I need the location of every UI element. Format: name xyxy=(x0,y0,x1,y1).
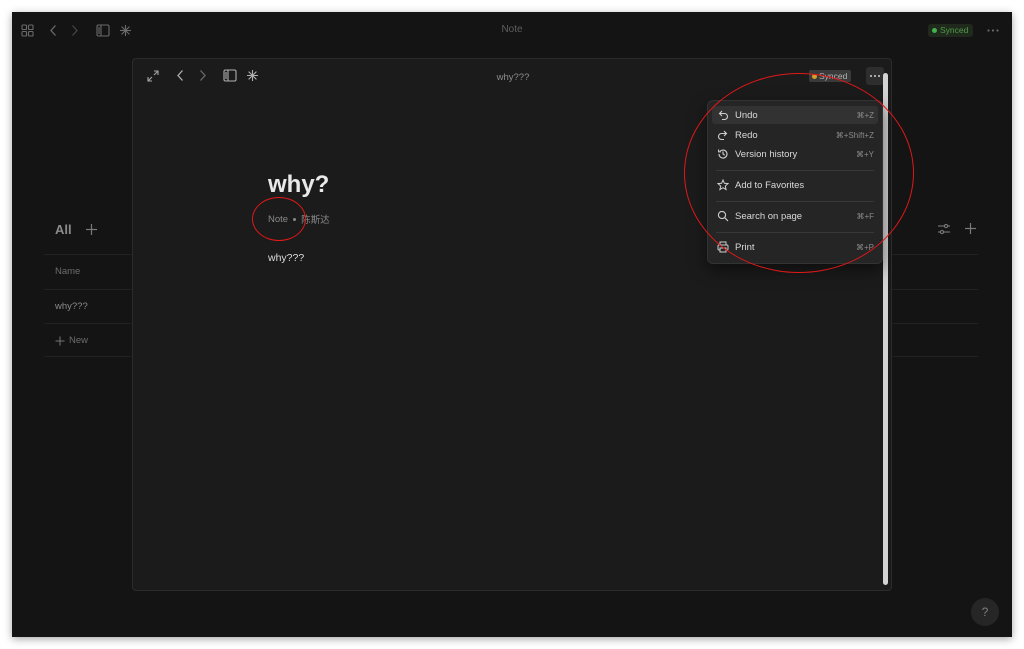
menu-item-label: Search on page xyxy=(735,210,803,222)
menu-item-shortcut: ⌘+P xyxy=(855,242,874,252)
menu-item-shortcut: ⌘+Z xyxy=(856,110,874,120)
sync-dot-icon xyxy=(932,28,937,33)
new-row-button[interactable]: New xyxy=(55,335,88,346)
menu-item-label: Undo xyxy=(735,109,758,121)
undo-icon xyxy=(716,108,730,122)
add-item-plus-icon[interactable] xyxy=(964,222,977,235)
menu-item-label: Add to Favorites xyxy=(735,179,805,191)
modal-title: why??? xyxy=(496,72,530,83)
document-author: 陈斯达 xyxy=(301,215,330,226)
history-icon xyxy=(716,147,730,161)
sync-dot-icon xyxy=(812,73,817,79)
document-meta: Note 陈斯达 xyxy=(268,212,330,227)
separator-dot xyxy=(293,217,297,221)
filter-settings-icon[interactable] xyxy=(937,222,951,236)
app-window: Note Synced All Name why??? New ? why???… xyxy=(12,12,1012,637)
menu-divider xyxy=(716,232,874,233)
modal-sync-badge: Synced xyxy=(809,70,852,82)
menu-divider xyxy=(716,201,874,202)
background-sync-label: Synced xyxy=(940,25,969,35)
scrollbar[interactable] xyxy=(883,73,888,585)
printer-icon xyxy=(716,240,730,254)
column-header-name[interactable]: Name xyxy=(55,266,80,277)
more-options-menu: Undo ⌘+Z Redo ⌘+Shift+Z Version history … xyxy=(707,100,883,264)
list-header-all[interactable]: All xyxy=(55,222,72,237)
background-page-title: Note xyxy=(501,24,523,35)
more-dots-icon xyxy=(870,75,880,77)
menu-item-label: Redo xyxy=(735,129,758,141)
help-button[interactable]: ? xyxy=(971,598,999,626)
menu-item-shortcut: ⌘+Y xyxy=(855,149,874,159)
new-row-label: New xyxy=(69,335,89,346)
document-type[interactable]: Note xyxy=(268,214,288,225)
menu-item-shortcut: ⌘+F xyxy=(856,211,874,221)
document-peek-modal: why??? Synced why? Note 陈斯达 why??? Undo … xyxy=(132,58,892,591)
document-body[interactable]: why??? xyxy=(268,252,304,264)
menu-divider xyxy=(716,170,874,171)
menu-item-redo[interactable]: Redo ⌘+Shift+Z xyxy=(712,126,878,144)
background-topbar: Note Synced xyxy=(12,12,1012,50)
menu-item-add-to-favorites[interactable]: Add to Favorites xyxy=(712,176,878,194)
menu-item-version-history[interactable]: Version history ⌘+Y xyxy=(712,145,878,163)
document-title[interactable]: why? xyxy=(268,171,329,199)
more-options-button[interactable] xyxy=(866,67,884,85)
background-sync-badge: Synced xyxy=(928,24,974,37)
star-icon xyxy=(716,178,730,192)
menu-item-search-on-page[interactable]: Search on page ⌘+F xyxy=(712,207,878,225)
redo-icon xyxy=(716,128,730,142)
search-icon xyxy=(716,209,730,223)
menu-item-label: Print xyxy=(735,241,755,253)
menu-item-undo[interactable]: Undo ⌘+Z xyxy=(712,106,878,124)
menu-item-label: Version history xyxy=(735,148,798,160)
plus-icon xyxy=(55,336,65,345)
menu-item-print[interactable]: Print ⌘+P xyxy=(712,238,878,256)
modal-sync-label: Synced xyxy=(819,71,848,81)
more-options-icon[interactable] xyxy=(986,24,1000,37)
menu-item-shortcut: ⌘+Shift+Z xyxy=(835,130,874,140)
table-row[interactable]: why??? xyxy=(55,301,88,312)
add-view-plus-icon[interactable] xyxy=(85,223,98,236)
